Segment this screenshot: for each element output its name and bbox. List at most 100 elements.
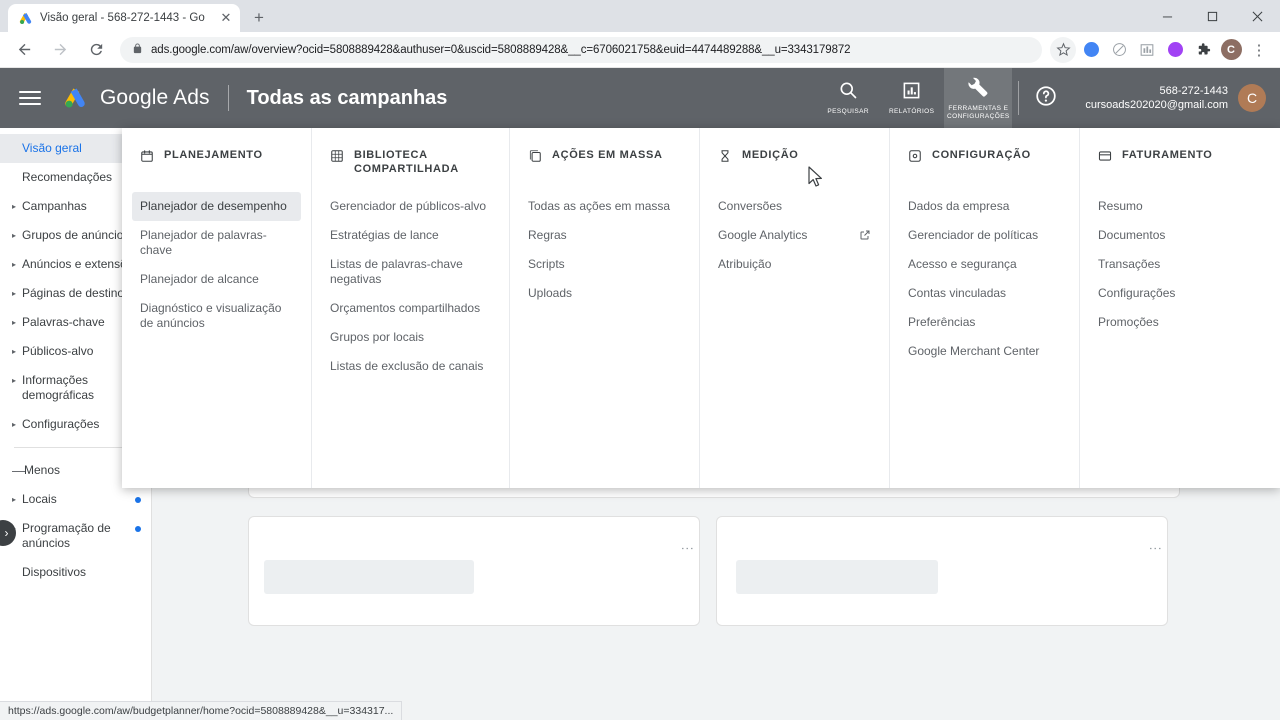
menu-item-resumo[interactable]: Resumo: [1090, 192, 1260, 221]
sidebar-item-dispositivos[interactable]: Dispositivos: [0, 558, 151, 587]
search-icon: [838, 80, 858, 105]
menu-item-label: Transações: [1098, 257, 1161, 271]
back-button[interactable]: [9, 35, 39, 65]
hamburger-menu-icon[interactable]: [19, 87, 41, 109]
bookmark-star-icon[interactable]: [1050, 36, 1076, 63]
extension-gray-icon[interactable]: [1106, 37, 1132, 63]
chevron-right-icon: ▸: [12, 495, 17, 504]
extension-blue-icon[interactable]: [1078, 37, 1104, 63]
menu-item-orcamentos-compartilhados[interactable]: Orçamentos compartilhados: [322, 294, 499, 323]
menu-column-medicao: MEDIÇÃO Conversões Google Analytics Atri…: [700, 128, 890, 488]
menu-item-label: Atribuição: [718, 257, 772, 271]
help-button[interactable]: [1025, 68, 1067, 128]
sidebar-item-programacao-de-anuncios[interactable]: ▸ Programação de anúncios: [0, 514, 151, 558]
search-button[interactable]: PESQUISAR: [817, 68, 879, 128]
address-bar-url: ads.google.com/aw/overview?ocid=58088894…: [151, 43, 851, 56]
menu-item-listas-de-palavras-chave-negativas[interactable]: Listas de palavras-chave negativas: [322, 250, 499, 294]
menu-item-label: Listas de palavras-chave negativas: [330, 257, 463, 286]
sidebar-item-locais[interactable]: ▸ Locais: [0, 485, 151, 514]
sidebar-item-label: Dispositivos: [22, 565, 87, 579]
tab-title: Visão geral - 568-272-1443 - Go: [40, 12, 205, 24]
header-actions: PESQUISAR RELATÓRIOS FERRAMENTAS E CONFI…: [817, 68, 1280, 128]
menu-column-title: CONFIGURAÇÃO: [932, 149, 1031, 161]
menu-item-label: Uploads: [528, 286, 573, 300]
menu-item-planejador-de-alcance[interactable]: Planejador de alcance: [132, 265, 301, 294]
menu-item-label: Configurações: [1098, 286, 1176, 300]
tools-settings-label: FERRAMENTAS E CONFIGURAÇÕES: [947, 105, 1010, 120]
menu-item-scripts[interactable]: Scripts: [520, 250, 689, 279]
profile-avatar[interactable]: C: [1218, 37, 1244, 63]
menu-item-label: Planejador de desempenho: [140, 199, 287, 213]
skeleton-block-right: [736, 560, 938, 594]
library-grid-icon: [330, 149, 344, 163]
menu-item-label: Gerenciador de públicos-alvo: [330, 199, 487, 213]
forward-button[interactable]: [45, 35, 75, 65]
menu-column-header: CONFIGURAÇÃO: [908, 148, 1061, 176]
extension-purple-icon[interactable]: [1162, 37, 1188, 63]
close-icon[interactable]: ✕: [218, 10, 234, 26]
menu-item-gerenciador-de-politicas[interactable]: Gerenciador de políticas: [900, 221, 1069, 250]
browser-tab[interactable]: Visão geral - 568-272-1443 - Go ✕: [8, 4, 240, 32]
menu-item-preferencias[interactable]: Preferências: [900, 308, 1069, 337]
card-menu-icon-left[interactable]: ⋮: [680, 542, 695, 555]
menu-item-todas-as-acoes-em-massa[interactable]: Todas as ações em massa: [520, 192, 689, 221]
billing-card-icon: [1098, 149, 1112, 163]
reload-button[interactable]: [81, 35, 111, 65]
menu-item-planejador-de-desempenho[interactable]: Planejador de desempenho: [132, 192, 301, 221]
menu-item-dados-da-empresa[interactable]: Dados da empresa: [900, 192, 1069, 221]
close-window-icon[interactable]: [1235, 0, 1280, 32]
page-title: Todas as campanhas: [246, 86, 448, 109]
bulk-actions-icon: [528, 149, 542, 163]
menu-item-uploads[interactable]: Uploads: [520, 279, 689, 308]
settings-square-icon: [908, 149, 922, 163]
menu-item-documentos[interactable]: Documentos: [1090, 221, 1260, 250]
brand-title: Google Ads: [100, 86, 210, 109]
menu-column-header: MEDIÇÃO: [718, 148, 871, 176]
menu-item-promocoes[interactable]: Promoções: [1090, 308, 1260, 337]
status-dot: [135, 526, 141, 532]
chevron-right-icon: ▸: [12, 376, 17, 385]
account-id: 568-272-1443: [1159, 85, 1228, 97]
maximize-icon[interactable]: [1190, 0, 1235, 32]
menu-item-google-merchant-center[interactable]: Google Merchant Center: [900, 337, 1069, 366]
menu-item-conversoes[interactable]: Conversões: [710, 192, 879, 221]
menu-item-label: Diagnóstico e visualização de anúncios: [140, 301, 282, 330]
menu-column-title: AÇÕES EM MASSA: [552, 149, 663, 161]
menu-item-regras[interactable]: Regras: [520, 221, 689, 250]
menu-item-acesso-e-seguranca[interactable]: Acesso e segurança: [900, 250, 1069, 279]
extension-chart-icon[interactable]: [1134, 37, 1160, 63]
menu-item-listas-de-exclusao-de-canais[interactable]: Listas de exclusão de canais: [322, 352, 499, 381]
header-divider: [1018, 81, 1020, 115]
chevron-right-icon: ▸: [12, 260, 17, 269]
menu-item-planejador-de-palavras-chave[interactable]: Planejador de palavras-chave: [132, 221, 301, 265]
browser-toolbar: ads.google.com/aw/overview?ocid=58088894…: [0, 32, 1280, 68]
menu-column-title: MEDIÇÃO: [742, 149, 799, 161]
menu-item-transacoes[interactable]: Transações: [1090, 250, 1260, 279]
menu-item-label: Contas vinculadas: [908, 286, 1007, 300]
menu-item-google-analytics[interactable]: Google Analytics: [710, 221, 879, 250]
menu-item-atribuicao[interactable]: Atribuição: [710, 250, 879, 279]
avatar[interactable]: C: [1238, 84, 1266, 112]
menu-item-configuracoes-faturamento[interactable]: Configurações: [1090, 279, 1260, 308]
extensions-puzzle-icon[interactable]: [1190, 37, 1216, 63]
card-menu-icon-right[interactable]: ⋮: [1148, 542, 1163, 555]
menu-item-diagnostico-e-visualizacao-de-anuncios[interactable]: Diagnóstico e visualização de anúncios: [132, 294, 301, 338]
menu-item-gerenciador-de-publicos-alvo[interactable]: Gerenciador de públicos-alvo: [322, 192, 499, 221]
minimize-icon[interactable]: [1145, 0, 1190, 32]
google-ads-logo: [61, 85, 89, 111]
new-tab-button[interactable]: +: [248, 7, 270, 29]
link-status-bar: https://ads.google.com/aw/budgetplanner/…: [0, 701, 403, 720]
tools-settings-button[interactable]: FERRAMENTAS E CONFIGURAÇÕES: [944, 68, 1013, 128]
account-info[interactable]: 568-272-1443 cursoads202020@gmail.com: [1085, 84, 1228, 112]
chevron-right-icon: ▸: [12, 202, 17, 211]
calendar-icon: [140, 149, 154, 163]
chrome-menu-icon[interactable]: ⋮: [1246, 37, 1272, 63]
menu-item-estrategias-de-lance[interactable]: Estratégias de lance: [322, 221, 499, 250]
menu-item-label: Planejador de alcance: [140, 272, 259, 286]
address-bar[interactable]: ads.google.com/aw/overview?ocid=58088894…: [120, 36, 1042, 63]
menu-item-grupos-por-locais[interactable]: Grupos por locais: [322, 323, 499, 352]
reports-button[interactable]: RELATÓRIOS: [879, 68, 944, 128]
menu-item-label: Todas as ações em massa: [528, 199, 671, 213]
menu-item-contas-vinculadas[interactable]: Contas vinculadas: [900, 279, 1069, 308]
sidebar-secondary-items: ▸ Locais ▸ Programação de anúncios Dispo…: [0, 485, 151, 587]
